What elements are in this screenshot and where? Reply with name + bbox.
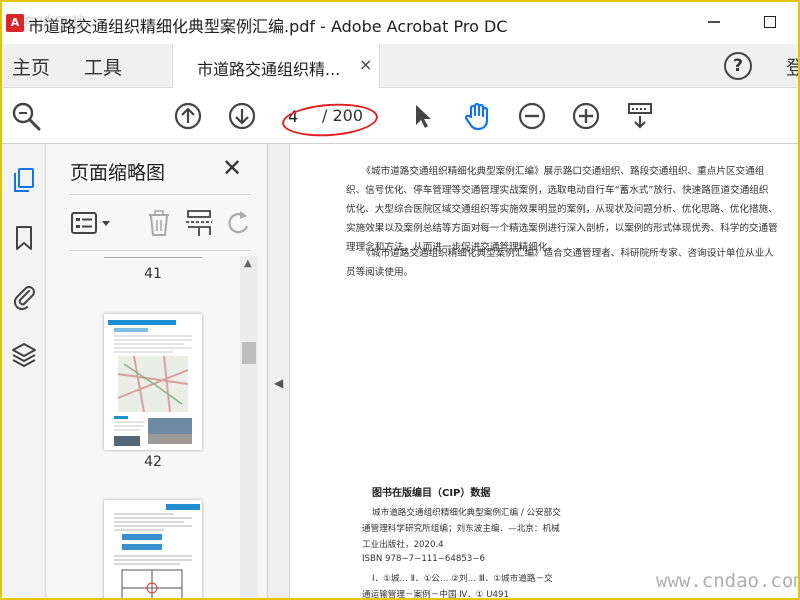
- page-total: / 200: [322, 106, 364, 125]
- thumbnail-page-42[interactable]: [104, 314, 202, 450]
- thumbnail-page-41[interactable]: [104, 252, 202, 258]
- document-tab-label: 市道路交通组织精...: [197, 60, 341, 79]
- signin-button[interactable]: 登录: [786, 53, 798, 80]
- acrobat-app-icon[interactable]: A: [6, 14, 24, 32]
- scrollbar-thumb[interactable]: [242, 342, 256, 364]
- home-nav[interactable]: 主页: [12, 53, 50, 80]
- tools-nav[interactable]: 工具: [84, 53, 122, 80]
- cip-line: Ⅰ．①城… Ⅱ．①公… ②刘… Ⅲ．①城市道路－交: [372, 574, 553, 584]
- scroll-up-icon[interactable]: ▲: [244, 258, 252, 269]
- thumbnail-scrollbar[interactable]: ▲: [240, 256, 258, 598]
- cip-title: 图书在版编目（CIP）数据: [372, 488, 491, 499]
- delete-page-icon[interactable]: [144, 208, 174, 238]
- thumbnail-page-43[interactable]: [104, 500, 202, 598]
- extract-page-icon[interactable]: [184, 208, 214, 238]
- thumbnail-label: 42: [144, 454, 162, 470]
- collapse-panel-icon[interactable]: ◀: [274, 376, 283, 390]
- close-tab-icon[interactable]: ×: [359, 55, 372, 74]
- zoom-out-icon[interactable]: [516, 100, 548, 132]
- divider: [70, 194, 250, 195]
- scroll-mode-icon[interactable]: [624, 100, 656, 132]
- document-page: 《城市道路交通组织精细化典型案例汇编》展示路口交通组织、路段交通组织、重点片区交…: [290, 144, 800, 600]
- divider: [70, 250, 250, 251]
- zoom-in-icon[interactable]: [570, 100, 602, 132]
- window-title: 市道路交通组织精细化典型案例汇编.pdf - Adobe Acrobat Pro…: [28, 17, 508, 36]
- thumbnail-list: 41 42 ▲: [46, 252, 268, 598]
- bookmark-icon[interactable]: [10, 224, 38, 252]
- cip-line: ISBN 978−7−111−64853−6: [362, 554, 485, 564]
- previous-page-icon[interactable]: [172, 100, 204, 132]
- attachment-icon[interactable]: [10, 282, 38, 311]
- maximize-icon: [764, 16, 776, 28]
- toolbar: / 200: [2, 88, 798, 144]
- layers-icon[interactable]: [10, 340, 38, 368]
- maximize-button[interactable]: [758, 10, 782, 34]
- panel-title: 页面缩略图: [70, 162, 166, 184]
- minimize-button[interactable]: [702, 10, 726, 34]
- page-number-input[interactable]: [288, 104, 316, 128]
- minimize-icon: [708, 21, 720, 23]
- cip-line: 城市道路交通组织精细化典型案例汇编 / 公安部交: [372, 508, 561, 518]
- close-panel-icon[interactable]: ✕: [222, 154, 242, 182]
- search-icon[interactable]: [10, 100, 42, 132]
- select-cursor-icon[interactable]: [406, 100, 438, 132]
- rotate-page-icon[interactable]: [224, 208, 254, 238]
- title-bar: A 东坡下载 市道路交通组织精细化典型案例汇编.pdf - Adobe Acro…: [2, 2, 798, 44]
- document-paragraph: 《城市道路交通组织精细化典型案例汇编》展示路口交通组织、路段交通组织、重点片区交…: [346, 166, 778, 253]
- cip-line: 通运输管理－案例－中国 Ⅳ．① U491: [362, 590, 509, 600]
- document-tab[interactable]: 市道路交通组织精... ×: [172, 44, 380, 88]
- app-window: A 东坡下载 市道路交通组织精细化典型案例汇编.pdf - Adobe Acro…: [0, 0, 800, 600]
- next-page-icon[interactable]: [226, 100, 258, 132]
- panel-collapse-strip[interactable]: ◀: [268, 144, 290, 598]
- watermark-bottom: www.cndao.com: [656, 570, 800, 592]
- thumbnail-label: 41: [144, 266, 162, 282]
- help-icon[interactable]: ?: [724, 52, 752, 80]
- cip-line: 通管理科学研究所组编；刘东波主编．—北京：机械: [362, 524, 560, 534]
- hand-tool-icon[interactable]: [462, 100, 494, 132]
- page-thumbnails-panel: 页面缩略图 ✕ 41 42 ▲: [46, 144, 268, 598]
- page-thumbnails-icon[interactable]: [10, 166, 38, 194]
- document-paragraph: 《城市道路交通组织精细化典型案例汇编》适合交通管理者、科研院所专家、咨询设计单位…: [346, 248, 774, 278]
- menu-tab-row: 主页 工具 市道路交通组织精... × ? 登录: [2, 44, 798, 88]
- thumbnail-tools: [46, 200, 268, 252]
- cip-line: 工业出版社，2020.4: [362, 540, 444, 550]
- left-tool-rail: [2, 144, 46, 598]
- thumbnail-options-icon[interactable]: [70, 208, 116, 238]
